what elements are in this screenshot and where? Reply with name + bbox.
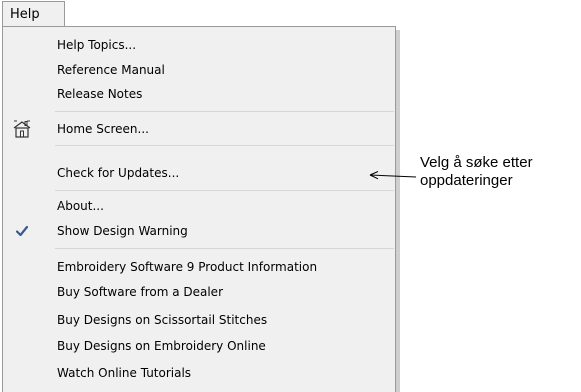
callout-annotation: Velg å søke etter oppdateringer [420,154,533,190]
callout-line-1: Velg å søke etter [420,154,533,171]
callout-line-2: oppdateringer [420,172,513,189]
callout-arrow [369,171,417,180]
